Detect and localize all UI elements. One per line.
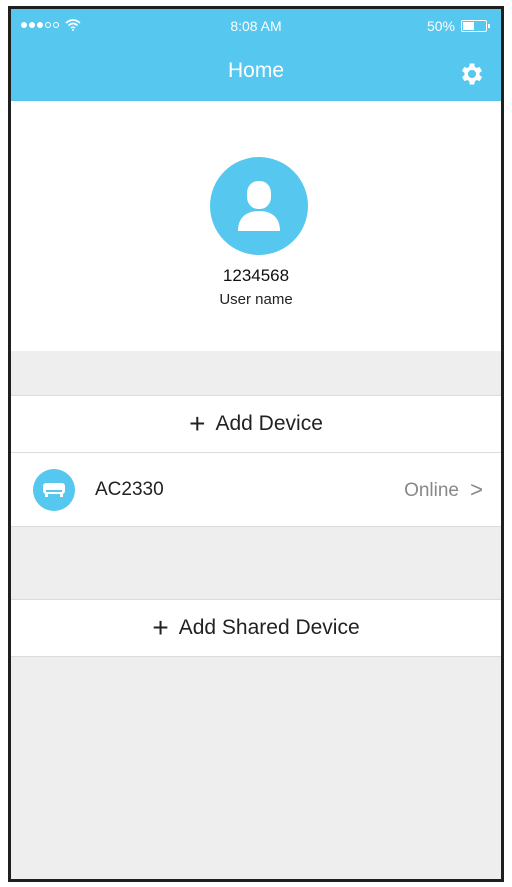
user-name: User name [219,291,293,308]
battery-fill [463,22,474,30]
add-device-label: Add Device [215,412,323,435]
device-name: AC2330 [95,479,164,500]
battery-percent: 50% [426,18,455,34]
plus-icon: + [152,612,169,643]
gear-icon [461,63,483,85]
profile-section: 1234568 User name [11,101,501,351]
plus-icon: + [189,408,206,439]
add-shared-device-button[interactable]: + Add Shared Device [11,599,501,657]
avatar[interactable] [210,157,308,255]
air-conditioner-icon [33,469,75,511]
chevron-right-icon: > [470,477,483,502]
settings-button[interactable] [457,59,487,89]
phone-screen: 8:08 AM 50% Home 1234568 User name + Add… [8,6,504,882]
header-bar: 8:08 AM 50% Home [11,9,501,101]
user-id: 1234568 [222,266,290,285]
user-icon [238,181,280,231]
add-device-button[interactable]: + Add Device [11,395,501,453]
status-right: 50% [426,18,490,34]
status-bar: 8:08 AM 50% [11,9,501,41]
device-row-ac2330[interactable]: AC2330 Online > [11,453,501,527]
device-status: Online [404,480,459,501]
page-title: Home [227,59,285,82]
add-shared-device-label: Add Shared Device [178,616,360,639]
battery-icon [461,20,490,32]
